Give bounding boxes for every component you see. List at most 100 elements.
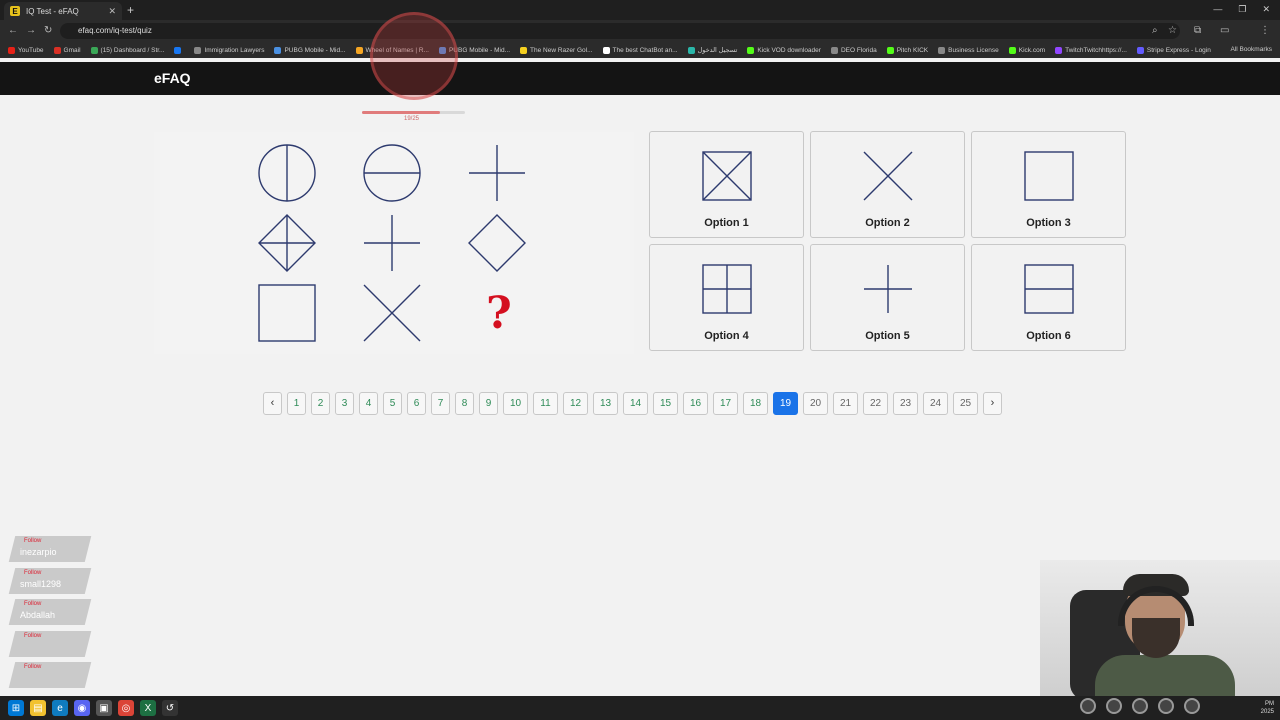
bookmark-label: Kick VOD downloader — [757, 46, 821, 54]
system-clock[interactable]: PM 2025 — [1261, 700, 1274, 716]
bookmark-item[interactable]: DEO Florida — [830, 46, 877, 54]
option-shape-x — [863, 151, 913, 201]
bookmark-item[interactable]: (15) Dashboard / Str... — [90, 46, 165, 54]
bookmark-label: Business License — [948, 46, 999, 54]
answer-option-1[interactable]: Option 1 — [649, 131, 804, 238]
minimize-icon[interactable]: — — [1213, 4, 1222, 15]
zoom-icon[interactable]: ⌕ — [1152, 25, 1158, 36]
page-button-5[interactable]: 5 — [383, 392, 402, 415]
extensions-icon[interactable]: ⧉ — [1194, 25, 1201, 36]
page-button-7[interactable]: 7 — [431, 392, 450, 415]
sidebar-icon[interactable]: ▭ — [1220, 25, 1229, 36]
all-bookmarks-button[interactable]: All Bookmarks — [1230, 46, 1272, 53]
restore-icon[interactable]: ❐ — [1238, 4, 1246, 15]
page-button-6[interactable]: 6 — [407, 392, 426, 415]
page-button-10[interactable]: 10 — [503, 392, 528, 415]
file-explorer-icon[interactable]: ▤ — [30, 700, 46, 716]
new-tab-icon[interactable]: + — [127, 3, 134, 17]
excel-icon[interactable]: X — [140, 700, 156, 716]
page-button-14[interactable]: 14 — [623, 392, 648, 415]
bookmark-item[interactable]: The New Razer Gol... — [520, 46, 593, 54]
bookmark-item[interactable]: The best ChatBot an... — [602, 46, 678, 54]
question-mark: ? — [486, 288, 512, 339]
bookmark-item[interactable]: Stripe Express - Login — [1136, 46, 1211, 54]
answer-option-3[interactable]: Option 3 — [971, 131, 1126, 238]
bookmark-item[interactable]: Kick.com — [1008, 46, 1045, 54]
bookmark-icon — [687, 46, 695, 54]
app-icon[interactable]: ↺ — [162, 700, 178, 716]
bookmark-item[interactable]: Business License — [938, 46, 999, 54]
bookmark-item[interactable]: TwitchTwitchhttps://... — [1055, 46, 1127, 54]
answer-option-4[interactable]: Option 4 — [649, 244, 804, 351]
page-button-24[interactable]: 24 — [923, 392, 948, 415]
option-label: Option 6 — [1026, 330, 1071, 342]
bookmark-icon — [938, 46, 946, 54]
answer-option-2[interactable]: Option 2 — [810, 131, 965, 238]
bookmark-item[interactable] — [174, 46, 184, 54]
page-button-21[interactable]: 21 — [833, 392, 858, 415]
bookmark-icon — [194, 46, 202, 54]
site-logo[interactable]: eFAQ — [154, 70, 191, 86]
next-page-button[interactable]: › — [983, 392, 1002, 415]
page-button-18[interactable]: 18 — [743, 392, 768, 415]
option-label: Option 3 — [1026, 217, 1071, 229]
menu-icon[interactable]: ⋮ — [1260, 25, 1270, 36]
webcam-overlay — [1040, 560, 1280, 696]
follow-label: Follow — [24, 569, 42, 576]
browser-tab[interactable]: E IQ Test - eFAQ ✕ — [4, 2, 122, 20]
discord-icon[interactable]: ◉ — [74, 700, 90, 716]
url-field[interactable]: efaq.com/iq-test/quiz — [60, 23, 1180, 39]
star-icon[interactable]: ☆ — [1168, 25, 1177, 36]
chrome-icon[interactable]: ◎ — [118, 700, 134, 716]
prev-page-button[interactable]: ‹ — [263, 392, 282, 415]
bookmark-item[interactable]: Gmail — [53, 46, 81, 54]
page-button-9[interactable]: 9 — [479, 392, 498, 415]
page-button-16[interactable]: 16 — [683, 392, 708, 415]
back-icon[interactable]: ← — [8, 25, 18, 36]
follower-alert — [8, 630, 92, 657]
follow-label: Follow — [24, 632, 42, 639]
page-button-4[interactable]: 4 — [359, 392, 378, 415]
page-button-8[interactable]: 8 — [455, 392, 474, 415]
bookmark-item[interactable]: Kick VOD downloader — [747, 46, 821, 54]
bookmark-item[interactable]: Pitch KICK — [886, 46, 928, 54]
page-button-12[interactable]: 12 — [563, 392, 588, 415]
close-icon[interactable]: ✕ — [108, 6, 116, 17]
page-button-23[interactable]: 23 — [893, 392, 918, 415]
store-icon[interactable]: ▣ — [96, 700, 112, 716]
forward-icon[interactable]: → — [26, 25, 36, 36]
edge-icon[interactable]: e — [52, 700, 68, 716]
page-button-25[interactable]: 25 — [953, 392, 978, 415]
bookmark-label: تسجيل الدخول — [697, 47, 738, 54]
streamer-body — [1095, 655, 1235, 696]
bookmark-label: (15) Dashboard / Str... — [100, 46, 165, 54]
answer-option-5[interactable]: Option 5 — [810, 244, 965, 351]
bookmark-icon — [747, 46, 755, 54]
bookmark-label: The best ChatBot an... — [612, 46, 678, 54]
page-button-13[interactable]: 13 — [593, 392, 618, 415]
stream-control-icon — [1132, 698, 1148, 714]
reload-icon[interactable]: ↻ — [44, 25, 52, 36]
window-close-icon[interactable]: ✕ — [1262, 4, 1270, 15]
page-button-3[interactable]: 3 — [335, 392, 354, 415]
page-button-2[interactable]: 2 — [311, 392, 330, 415]
stream-deck-bar — [1080, 698, 1200, 714]
bookmark-item[interactable]: Immigration Lawyers — [194, 46, 264, 54]
bookmarks-bar: YouTube Gmail (15) Dashboard / Str... Immig… — [0, 42, 1280, 58]
puzzle-cell-plus — [362, 213, 422, 273]
page-button-15[interactable]: 15 — [653, 392, 678, 415]
bookmark-item[interactable]: PUBG Mobile - Mid... — [274, 46, 346, 54]
bookmark-icon — [886, 46, 894, 54]
windows-start-icon[interactable]: ⊞ — [8, 700, 24, 716]
page-button-17[interactable]: 17 — [713, 392, 738, 415]
page-button-20[interactable]: 20 — [803, 392, 828, 415]
page-button-11[interactable]: 11 — [533, 392, 558, 415]
efaq-favicon-icon: E — [10, 6, 20, 16]
page-button-22[interactable]: 22 — [863, 392, 888, 415]
answer-option-6[interactable]: Option 6 — [971, 244, 1126, 351]
page-button-19[interactable]: 19 — [773, 392, 798, 415]
bookmark-item[interactable]: YouTube — [8, 46, 44, 54]
quiz-progress-bar — [362, 111, 465, 114]
bookmark-item[interactable]: تسجيل الدخول — [687, 46, 738, 54]
page-button-1[interactable]: 1 — [287, 392, 306, 415]
